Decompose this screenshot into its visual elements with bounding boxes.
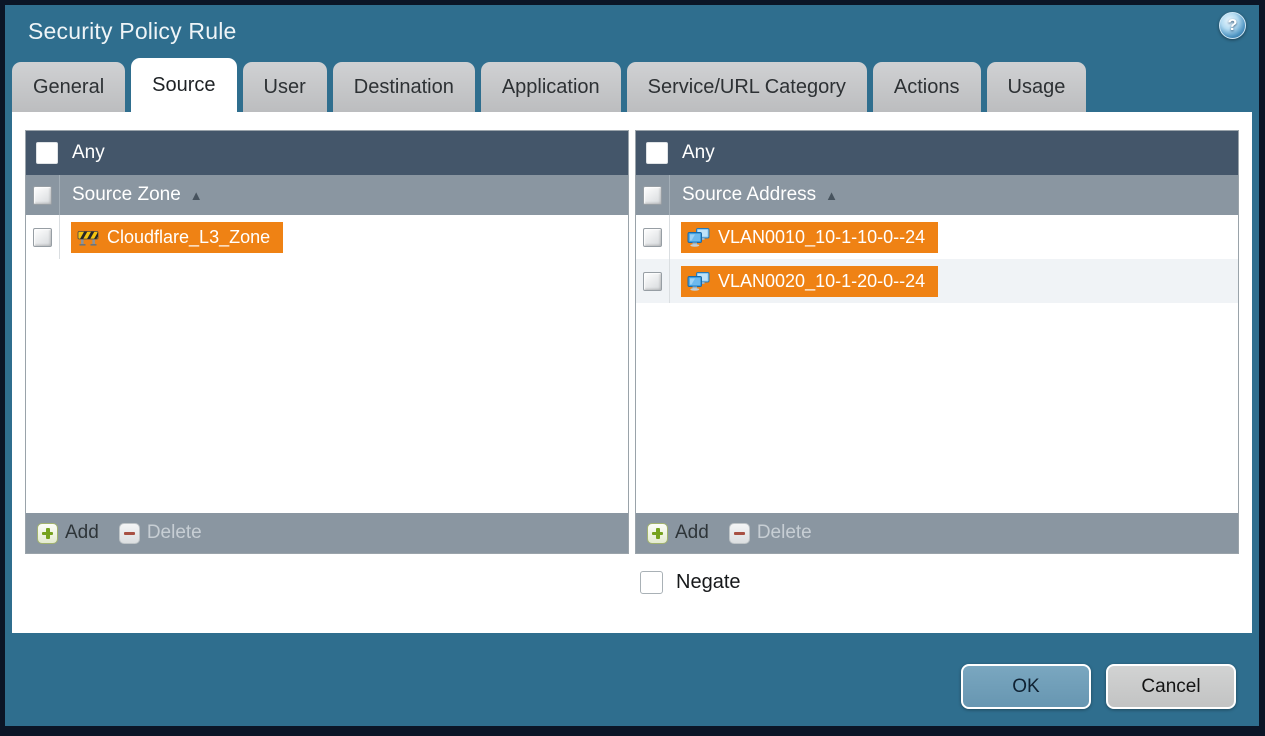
- add-button[interactable]: Add: [37, 522, 99, 544]
- sort-asc-icon: ▲: [189, 187, 203, 203]
- row-checkbox[interactable]: [33, 227, 52, 247]
- tab-label: User: [263, 75, 306, 98]
- tab[interactable]: Destination: [332, 62, 475, 112]
- tab[interactable]: Usage: [986, 62, 1087, 112]
- add-button[interactable]: Add: [647, 522, 709, 544]
- address-icon: [687, 271, 710, 291]
- source-address-selectall-checkbox[interactable]: [643, 185, 662, 205]
- minus-icon: [118, 522, 140, 544]
- zone-chip[interactable]: Cloudflare_L3_Zone: [71, 221, 284, 253]
- security-policy-rule-dialog: Security Policy Rule ? General Source Us…: [0, 0, 1265, 736]
- tab-label: Service/URL Category: [647, 75, 846, 98]
- row-label: Cloudflare_L3_Zone: [107, 226, 271, 247]
- address-chip[interactable]: VLAN0020_10-1-20-0--24: [681, 265, 939, 297]
- tab[interactable]: Actions: [872, 62, 981, 112]
- row-checkbox[interactable]: [643, 271, 662, 291]
- source-zone-selectall-checkbox[interactable]: [33, 185, 52, 205]
- delete-button[interactable]: Delete: [118, 522, 202, 544]
- delete-button[interactable]: Delete: [728, 522, 812, 544]
- address-chip[interactable]: VLAN0010_10-1-10-0--24: [681, 221, 939, 253]
- zone-icon: [77, 229, 99, 246]
- negate-checkbox[interactable]: [640, 571, 663, 594]
- tab-label: Destination: [353, 75, 454, 98]
- plus-icon: [647, 522, 668, 544]
- tab[interactable]: Application: [480, 62, 621, 112]
- table-row[interactable]: Cloudflare_L3_Zone: [26, 215, 628, 259]
- dialog-content: Any Source Zone ▲ Cloudflare_L3_Zone Add…: [12, 112, 1252, 633]
- source-address-any-checkbox[interactable]: [646, 142, 668, 164]
- source-zone-any-label: Any: [72, 142, 105, 163]
- source-zone-any-bar: Any: [26, 131, 628, 175]
- page-title: Security Policy Rule: [28, 18, 237, 44]
- tab-bar: General Source User Destination Applicat…: [5, 58, 1259, 112]
- ok-button[interactable]: OK: [961, 664, 1091, 709]
- source-address-panel: Any Source Address ▲ VLAN0010_10-1-10-0-…: [635, 130, 1239, 554]
- tab[interactable]: Service/URL Category: [626, 62, 867, 112]
- source-address-column-header: Source Address ▲: [636, 175, 1238, 215]
- address-icon: [687, 227, 710, 247]
- source-zone-toolbar: Add Delete: [26, 513, 628, 553]
- source-zone-column-header: Source Zone ▲: [26, 175, 628, 215]
- plus-icon: [37, 522, 58, 544]
- row-label: VLAN0010_10-1-10-0--24: [718, 226, 926, 247]
- row-checkbox[interactable]: [643, 227, 662, 247]
- table-row[interactable]: VLAN0020_10-1-20-0--24: [636, 259, 1238, 303]
- source-address-any-label: Any: [682, 142, 715, 163]
- negate-row: Negate: [640, 571, 1239, 594]
- sort-asc-icon: ▲: [825, 187, 839, 203]
- tab-label: Application: [501, 75, 600, 98]
- row-label: VLAN0020_10-1-20-0--24: [718, 270, 926, 291]
- dialog-titlebar: Security Policy Rule: [5, 5, 1259, 58]
- column-header-label: Source Zone: [72, 184, 181, 205]
- source-address-list: VLAN0010_10-1-10-0--24 VLAN0020_10-1-20-…: [636, 215, 1238, 513]
- source-zone-list: Cloudflare_L3_Zone: [26, 215, 628, 513]
- table-row[interactable]: VLAN0010_10-1-10-0--24: [636, 215, 1238, 259]
- tab[interactable]: User: [242, 62, 327, 112]
- tab-label: Source: [152, 73, 216, 96]
- tab-label: Actions: [893, 75, 960, 98]
- column-header-label: Source Address: [682, 184, 817, 205]
- minus-icon: [728, 522, 750, 544]
- source-zone-sort-header[interactable]: Source Zone ▲: [60, 175, 203, 215]
- source-address-toolbar: Add Delete: [636, 513, 1238, 553]
- source-address-any-bar: Any: [636, 131, 1238, 175]
- tab[interactable]: General: [12, 62, 126, 112]
- cancel-button[interactable]: Cancel: [1106, 664, 1236, 709]
- negate-label: Negate: [676, 571, 741, 593]
- source-zone-panel: Any Source Zone ▲ Cloudflare_L3_Zone Add…: [25, 130, 629, 554]
- tab-label: General: [33, 75, 105, 98]
- source-address-sort-header[interactable]: Source Address ▲: [670, 175, 838, 215]
- help-icon[interactable]: ?: [1219, 12, 1246, 39]
- tab-label: Usage: [1007, 75, 1066, 98]
- tab[interactable]: Source: [131, 58, 237, 112]
- source-zone-any-checkbox[interactable]: [36, 142, 58, 164]
